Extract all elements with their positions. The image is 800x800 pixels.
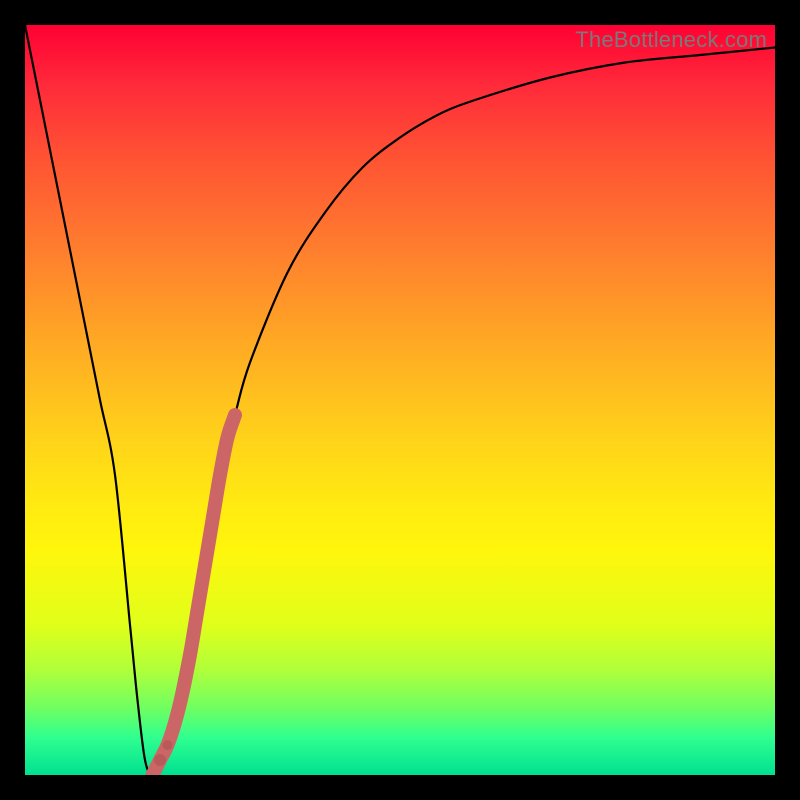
highlight-segment: [153, 415, 236, 775]
bottleneck-curve: [25, 25, 775, 775]
watermark-text: TheBottleneck.com: [575, 27, 767, 53]
highlight-dot: [163, 740, 173, 750]
chart-frame: TheBottleneck.com: [0, 0, 800, 800]
curve-layer: [25, 25, 775, 775]
plot-area: TheBottleneck.com: [25, 25, 775, 775]
highlight-dot: [154, 754, 166, 766]
